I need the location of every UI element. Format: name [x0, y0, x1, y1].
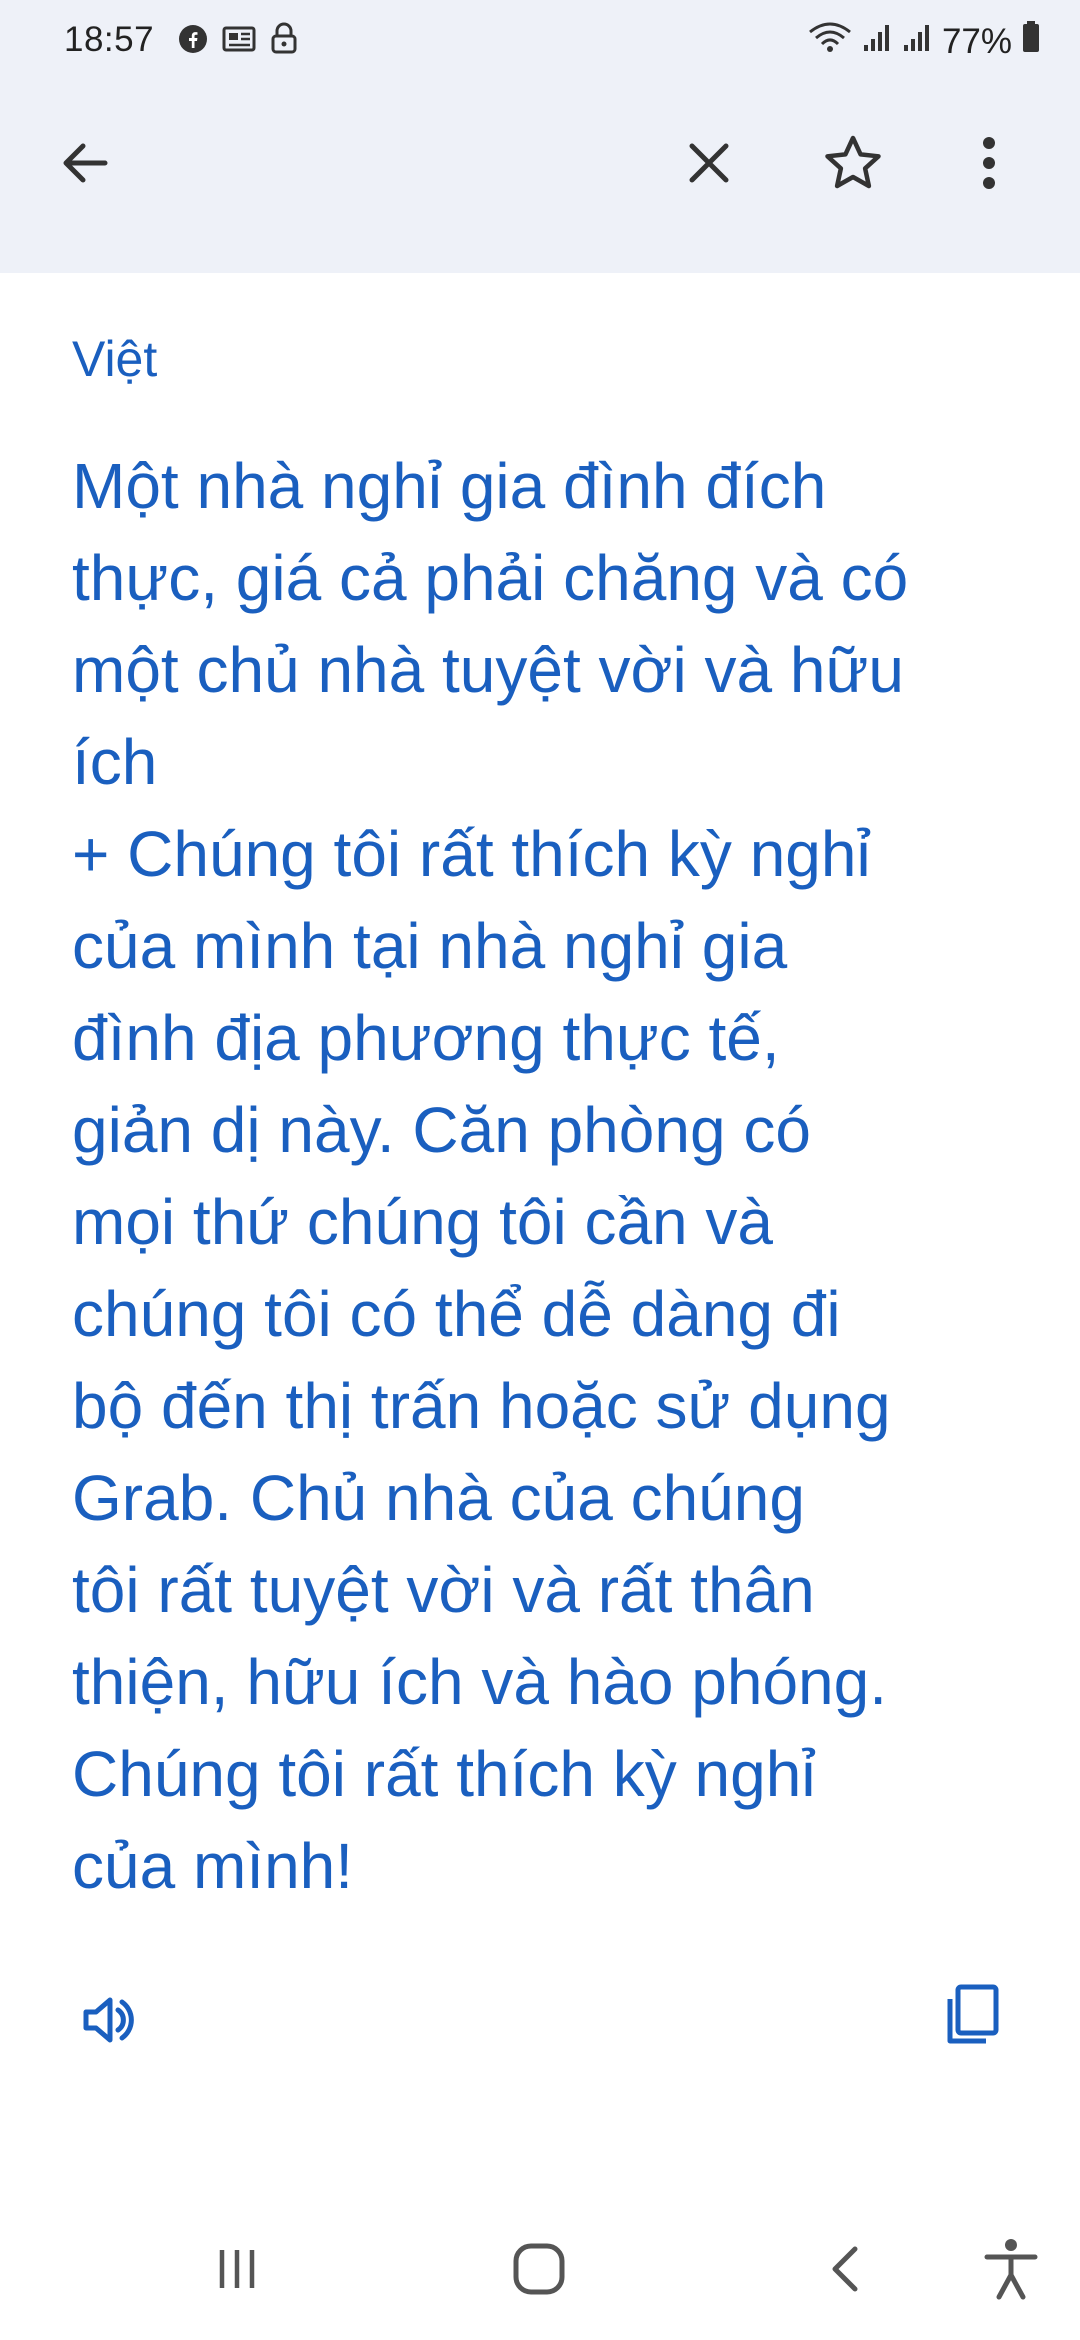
signal-icon — [862, 22, 892, 62]
copy-icon — [942, 1983, 1002, 2052]
status-time: 18:57 — [64, 20, 155, 59]
recents-icon — [212, 2244, 262, 2299]
star-icon — [823, 133, 883, 198]
target-language-label: Việt — [72, 331, 158, 387]
speaker-icon — [78, 1990, 138, 2055]
home-button[interactable] — [494, 2226, 584, 2316]
nav-back-icon — [825, 2241, 865, 2302]
more-options-button[interactable] — [944, 120, 1034, 210]
news-icon — [222, 23, 256, 63]
back-arrow-icon — [57, 135, 113, 196]
favorite-button[interactable] — [808, 120, 898, 210]
accessibility-button[interactable] — [966, 2226, 1056, 2316]
battery-percent: 77% — [941, 21, 1012, 61]
accessibility-icon — [983, 2237, 1039, 2306]
more-vert-icon — [979, 135, 999, 196]
translated-text[interactable]: Một nhà nghỉ gia đình đích thực, giá cả … — [72, 440, 1022, 1912]
toolbar — [0, 120, 1080, 240]
status-bar: 18:57 77% — [0, 0, 1080, 80]
system-back-button[interactable] — [800, 2226, 890, 2316]
recents-button[interactable] — [192, 2226, 282, 2316]
listen-button[interactable] — [66, 1980, 150, 2064]
signal-icon — [902, 22, 932, 62]
close-icon — [684, 138, 734, 193]
facebook-icon — [178, 23, 208, 63]
system-nav-bar — [0, 2190, 1080, 2340]
close-button[interactable] — [664, 120, 754, 210]
back-button[interactable] — [40, 120, 130, 210]
home-icon — [511, 2241, 567, 2302]
battery-icon — [1022, 21, 1040, 62]
lock-icon — [270, 22, 298, 63]
translation-panel: Việt Một nhà nghỉ gia đình đích thực, gi… — [72, 330, 1022, 1912]
wifi-icon — [808, 20, 852, 63]
copy-button[interactable] — [930, 1975, 1014, 2059]
status-right: 77% — [808, 20, 1040, 63]
status-left-icons — [178, 22, 298, 63]
